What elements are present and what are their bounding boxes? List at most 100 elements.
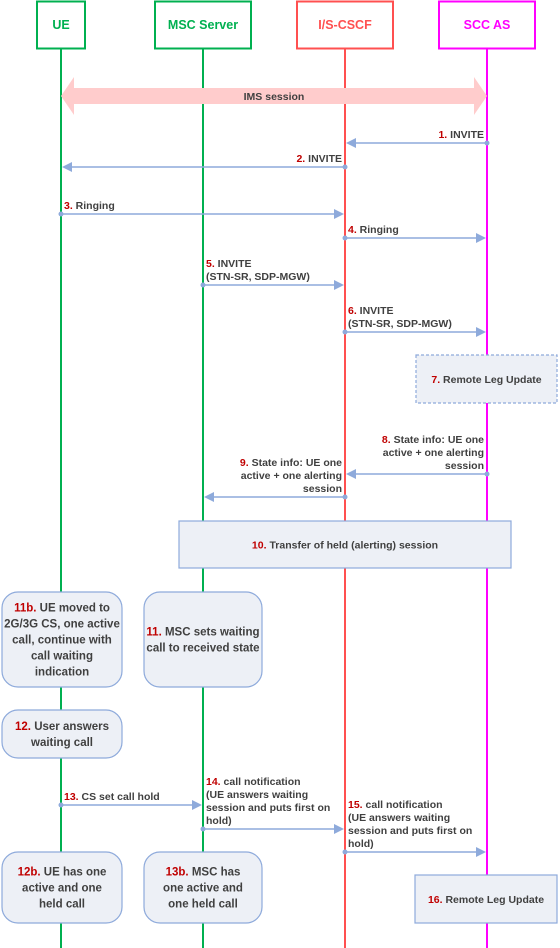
label-line: User answers [31, 721, 109, 733]
label-line: call waiting [31, 651, 93, 663]
message-origin-dot [342, 164, 348, 170]
arrowhead-icon [62, 162, 72, 172]
label-line: call notification [363, 799, 443, 811]
state-box-frame [1, 709, 123, 759]
step-number: 7. [431, 374, 440, 386]
message-origin-dot [342, 849, 348, 855]
label-line: session [303, 483, 342, 495]
step-number: 11b. [14, 603, 36, 615]
step-number: 12. [15, 721, 31, 733]
process-box-10: 10. Transfer of held (alerting) session [178, 520, 512, 569]
label-line: MSC sets waiting [162, 627, 260, 639]
label-line: active and one [22, 883, 102, 895]
message-4: 4. Ringing [342, 224, 486, 243]
step-number: 12b. [18, 867, 41, 879]
label-line: hold) [206, 815, 232, 827]
arrowhead-icon [334, 209, 344, 219]
process-box-label: 7. Remote Leg Update [431, 374, 541, 386]
step-number: 3. [64, 200, 73, 212]
ims-session-label: IMS session [244, 91, 305, 103]
state-box-11b: 11b. UE moved to 2G/3G CS, one active call… [1, 591, 123, 688]
label-line: INVITE [305, 153, 342, 165]
entity-ue: UE [36, 0, 86, 50]
label-line: call notification [221, 776, 301, 788]
label-line: Ringing [73, 200, 115, 212]
step-number: 4. [348, 224, 357, 236]
entity-label: I/S-CSCF [318, 18, 372, 32]
label-line: INVITE [447, 129, 484, 141]
message-14: 14. call notification (UE answers waiting… [200, 776, 344, 834]
message-origin-dot [484, 140, 490, 146]
message-6: 6. INVITE (STN-SR, SDP-MGW) [342, 305, 486, 337]
label-line: INVITE [215, 258, 252, 270]
label-line: one active and [163, 883, 243, 895]
message-2: 2. INVITE [62, 153, 348, 172]
label-line: (UE answers waiting [206, 789, 308, 801]
message-origin-dot [58, 211, 64, 217]
label-line: State info: UE one [249, 457, 342, 469]
arrowhead-icon [346, 469, 356, 479]
step-number: 14. [206, 776, 221, 788]
step-number: 13. [64, 791, 79, 803]
message-label: 2. INVITE [296, 153, 342, 165]
step-number: 15. [348, 799, 363, 811]
process-box-label: 10. Transfer of held (alerting) session [252, 540, 438, 552]
arrowhead-icon [476, 233, 486, 243]
step-number: 11. [146, 627, 161, 639]
arrowhead-icon [204, 492, 214, 502]
message-label: 15. call notification (UE answers waiting… [348, 799, 472, 850]
process-box-7: 7. Remote Leg Update [415, 354, 558, 404]
message-origin-dot [200, 282, 206, 288]
message-label: 3. Ringing [64, 200, 115, 212]
state-box-11: 11. MSC sets waiting call to received sta… [143, 591, 263, 688]
label-line: session and puts first on [348, 825, 472, 837]
arrowhead-icon [476, 847, 486, 857]
label-line: Ringing [357, 224, 399, 236]
step-number: 9. [240, 457, 249, 469]
message-13: 13. CS set call hold [58, 791, 202, 810]
entity-msc: MSC Server [154, 0, 252, 50]
label-line: call to received state [146, 643, 259, 655]
message-origin-dot [200, 826, 206, 832]
message-origin-dot [342, 235, 348, 241]
label-line: session and puts first on [206, 802, 330, 814]
label-line: (STN-SR, SDP-MGW) [348, 318, 452, 330]
step-number: 8. [382, 434, 391, 446]
entity-label: SCC AS [464, 18, 511, 32]
state-box-label: 13b. MSC has one active and one held call [163, 867, 243, 911]
message-origin-dot [342, 329, 348, 335]
label-line: (UE answers waiting [348, 812, 450, 824]
message-5: 5. INVITE (STN-SR, SDP-MGW) [200, 258, 344, 290]
message-label: 6. INVITE (STN-SR, SDP-MGW) [348, 305, 452, 330]
step-number: 5. [206, 258, 215, 270]
label-line: (STN-SR, SDP-MGW) [206, 271, 310, 283]
state-box-12: 12. User answers waiting call [1, 709, 123, 759]
step-number: 2. [296, 153, 305, 165]
entity-label: UE [52, 18, 69, 32]
message-8: 8. State info: UE one active + one alerti… [346, 434, 490, 479]
arrowhead-icon [334, 280, 344, 290]
label-line: session [445, 460, 484, 472]
message-label: 9. State info: UE one active + one alerti… [240, 457, 342, 495]
entity-sccas: SCC AS [438, 0, 536, 50]
message-label: 14. call notification (UE answers waiting… [206, 776, 330, 827]
label-line: MSC has [189, 867, 241, 879]
step-number: 13b. [166, 867, 189, 879]
process-box-label: 16. Remote Leg Update [428, 894, 544, 906]
message-origin-dot [484, 471, 490, 477]
entity-cscf: I/S-CSCF [296, 0, 394, 50]
arrowhead-icon [476, 327, 486, 337]
step-number: 6. [348, 305, 357, 317]
message-9: 9. State info: UE one active + one alerti… [204, 457, 348, 502]
label-line: CS set call hold [79, 791, 160, 803]
label-line: Remote Leg Update [440, 374, 542, 386]
process-box-16: 16. Remote Leg Update [414, 874, 558, 924]
label-line: active + one alerting [383, 447, 484, 459]
message-1: 1. INVITE [346, 129, 490, 148]
label-line: Remote Leg Update [443, 894, 545, 906]
label-line: State info: UE one [391, 434, 484, 446]
step-number: 16. [428, 894, 443, 906]
label-line: 2G/3G CS, one active [4, 619, 120, 631]
arrowhead-icon [334, 824, 344, 834]
sequence-diagram: IMS session UE MSC Server I/S-CSCF SCC AS 1. … [1, 0, 558, 948]
